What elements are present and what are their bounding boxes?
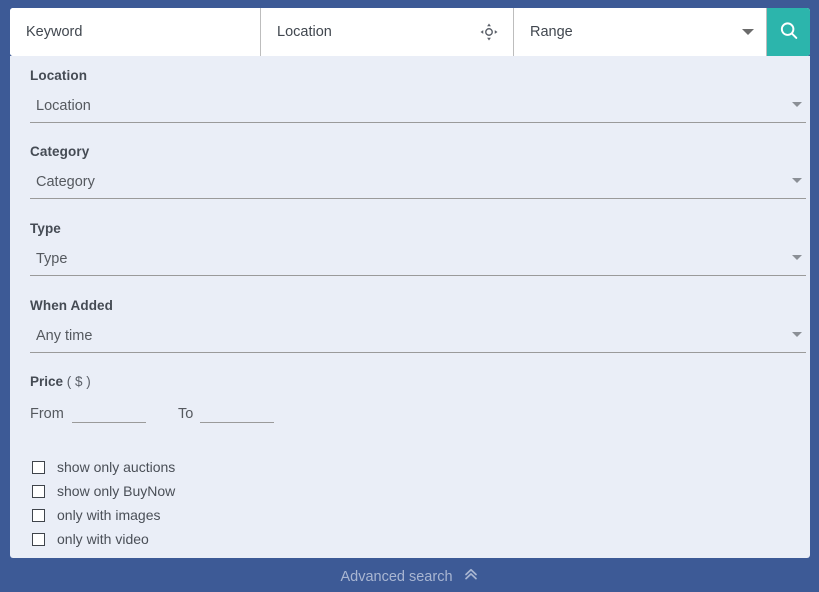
range-select-value: Range — [530, 24, 573, 40]
chevron-down-icon[interactable] — [742, 29, 754, 35]
checkbox-label-only-with-video: only with video — [57, 531, 149, 547]
keyword-input[interactable] — [10, 8, 260, 56]
keyword-field[interactable] — [10, 8, 261, 56]
price-to-input[interactable] — [200, 403, 274, 423]
price-from-input[interactable] — [72, 403, 146, 423]
price-to-label: To — [178, 406, 194, 422]
filter-select-when-added[interactable]: Any time — [30, 324, 806, 353]
gps-crosshair-icon[interactable] — [479, 22, 499, 42]
search-bar: Range — [10, 8, 810, 56]
chevron-down-icon[interactable] — [792, 332, 802, 337]
chevron-down-icon[interactable] — [792, 102, 802, 107]
price-from-label: From — [30, 406, 64, 422]
checkbox-row-show-only-buynow[interactable]: show only BuyNow — [32, 479, 175, 503]
filter-group-type: Type Type — [30, 221, 806, 276]
filter-group-when-added: When Added Any time — [30, 298, 806, 353]
checkbox-label-only-with-images: only with images — [57, 507, 161, 523]
checkbox-show-only-auctions[interactable] — [32, 460, 45, 474]
location-field[interactable] — [261, 8, 514, 56]
filter-value-category: Category — [36, 174, 95, 190]
advanced-search-label: Advanced search — [340, 568, 453, 585]
filter-value-when-added: Any time — [36, 328, 93, 344]
search-button[interactable] — [767, 8, 810, 56]
range-select[interactable]: Range — [514, 8, 767, 56]
filter-value-type: Type — [36, 251, 68, 267]
filter-select-type[interactable]: Type — [30, 247, 806, 276]
advanced-search-toggle[interactable]: Advanced search — [0, 566, 819, 587]
filter-label-type: Type — [30, 221, 61, 236]
checkbox-row-only-with-video[interactable]: only with video — [32, 527, 175, 551]
price-label: Price ( $ ) — [30, 374, 806, 389]
filter-select-location[interactable]: Location — [30, 94, 806, 123]
checkbox-row-show-only-auctions[interactable]: show only auctions — [32, 455, 175, 479]
filter-value-location: Location — [36, 98, 91, 114]
checkbox-only-with-images[interactable] — [32, 508, 45, 522]
advanced-search-panel: Location Location Category Category Type… — [10, 56, 810, 558]
price-input-row: From To — [30, 403, 806, 423]
checkbox-row-only-with-images[interactable]: only with images — [32, 503, 175, 527]
filter-label-category: Category — [30, 144, 90, 159]
filter-label-location: Location — [30, 68, 88, 83]
search-icon — [778, 20, 800, 45]
filter-label-when-added: When Added — [30, 298, 113, 313]
price-unit: ( $ ) — [66, 374, 91, 389]
checkbox-group: show only auctions show only BuyNow only… — [32, 455, 175, 551]
price-title: Price — [30, 374, 64, 389]
filter-group-location: Location Location — [30, 68, 806, 123]
filter-select-category[interactable]: Category — [30, 170, 806, 199]
checkbox-only-with-video[interactable] — [32, 532, 45, 546]
checkbox-label-show-only-auctions: show only auctions — [57, 459, 176, 475]
checkbox-show-only-buynow[interactable] — [32, 484, 45, 498]
checkbox-label-show-only-buynow: show only BuyNow — [57, 483, 176, 499]
filter-group-price: Price ( $ ) From To — [30, 374, 806, 423]
chevron-double-up-icon[interactable] — [463, 566, 479, 587]
chevron-down-icon[interactable] — [792, 255, 802, 260]
location-input[interactable] — [261, 8, 513, 56]
filter-group-category: Category Category — [30, 144, 806, 199]
chevron-down-icon[interactable] — [792, 178, 802, 183]
